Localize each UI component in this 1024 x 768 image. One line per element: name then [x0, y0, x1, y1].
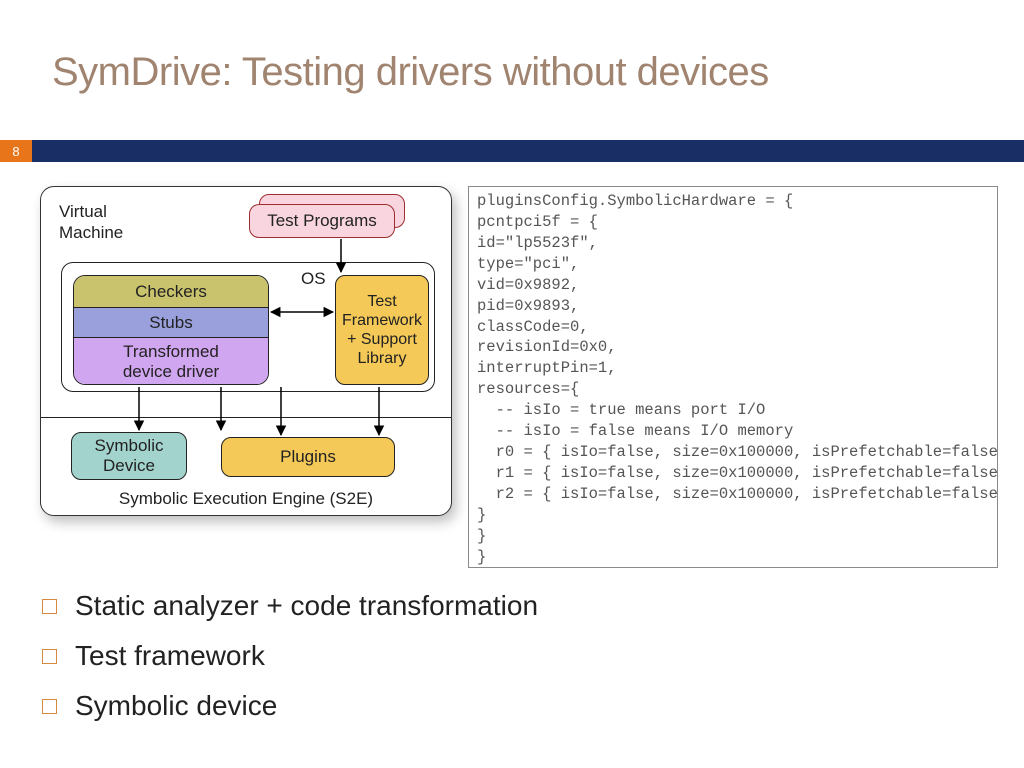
test-programs-box: Test Programs [249, 204, 395, 238]
bullet-text: Test framework [75, 640, 265, 672]
bullet-text: Static analyzer + code transformation [75, 590, 538, 622]
transformed-driver-row: Transformeddevice driver [74, 338, 268, 385]
bullet-item: Symbolic device [42, 690, 538, 722]
test-framework-box: TestFramework+ SupportLibrary [335, 275, 429, 385]
config-code-listing: pluginsConfig.SymbolicHardware = { pcntp… [468, 186, 998, 568]
bullet-item: Static analyzer + code transformation [42, 590, 538, 622]
driver-stack: Checkers Stubs Transformeddevice driver [73, 275, 269, 385]
bullet-list: Static analyzer + code transformation Te… [42, 590, 538, 740]
vm-label: VirtualMachine [59, 201, 123, 244]
bullet-marker [42, 649, 57, 664]
title-underline [0, 140, 1024, 162]
s2e-divider [41, 417, 451, 418]
stubs-row: Stubs [74, 308, 268, 338]
bullet-text: Symbolic device [75, 690, 277, 722]
bullet-item: Test framework [42, 640, 538, 672]
slide-title: SymDrive: Testing drivers without device… [52, 50, 769, 95]
architecture-diagram: VirtualMachine Test Programs OS Checkers… [40, 186, 452, 516]
s2e-caption: Symbolic Execution Engine (S2E) [41, 489, 451, 509]
bullet-marker [42, 599, 57, 614]
symbolic-device-box: SymbolicDevice [71, 432, 187, 480]
os-label: OS [301, 269, 326, 289]
bullet-marker [42, 699, 57, 714]
checkers-row: Checkers [74, 276, 268, 308]
page-number: 8 [0, 140, 32, 162]
plugins-box: Plugins [221, 437, 395, 477]
